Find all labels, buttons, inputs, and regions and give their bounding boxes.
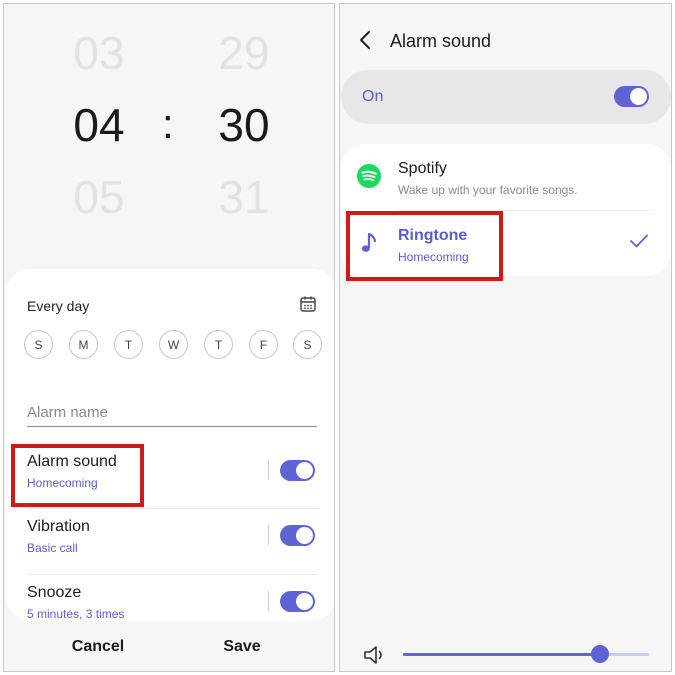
divider (268, 460, 269, 480)
time-separator: : (162, 100, 174, 147)
volume-slider[interactable] (403, 645, 649, 663)
alarm-sound-option[interactable]: Alarm sound Homecoming (6, 443, 334, 507)
day-tuesday[interactable]: T (114, 330, 143, 359)
music-note-icon (361, 232, 377, 252)
option-title: Vibration (27, 518, 90, 535)
toggle-knob (630, 88, 647, 105)
alarm-edit-screen: 03 29 04 : 30 05 31 Every day S M T W T … (3, 3, 335, 672)
spotify-icon (357, 164, 381, 188)
snooze-toggle[interactable] (280, 591, 315, 612)
divider (268, 525, 269, 545)
toggle-knob (296, 527, 313, 544)
day-friday[interactable]: F (249, 330, 278, 359)
hour-next[interactable]: 05 (59, 174, 139, 220)
source-subtitle: Wake up with your favorite songs. (398, 183, 578, 197)
volume-slider-thumb[interactable] (590, 645, 609, 663)
divider (27, 574, 318, 575)
alarm-sound-screen: Alarm sound On Spotify Wake up with your… (339, 3, 672, 672)
day-sunday[interactable]: S (24, 330, 53, 359)
option-title: Alarm sound (27, 453, 117, 470)
back-arrow-icon[interactable] (357, 30, 373, 50)
snooze-option[interactable]: Snooze 5 minutes, 3 times (6, 574, 334, 621)
source-spotify[interactable]: Spotify Wake up with your favorite songs… (341, 144, 671, 211)
cancel-button[interactable]: Cancel (38, 638, 158, 656)
page-title: Alarm sound (390, 31, 492, 51)
alarm-sound-toggle[interactable] (280, 460, 315, 481)
save-button[interactable]: Save (182, 638, 302, 656)
checkmark-icon (630, 234, 648, 248)
vibration-option[interactable]: Vibration Basic call (6, 508, 334, 572)
minute-selected[interactable]: 30 (204, 102, 284, 148)
volume-slider-fill (403, 653, 600, 656)
volume-icon[interactable] (362, 644, 388, 666)
option-subtitle: Homecoming (27, 476, 98, 490)
calendar-icon[interactable] (299, 295, 317, 313)
alarm-name-input[interactable] (27, 399, 317, 427)
toggle-knob (296, 462, 313, 479)
source-title: Ringtone (398, 227, 468, 244)
master-switch-label: On (362, 88, 384, 105)
source-subtitle: Homecoming (398, 250, 469, 264)
repeat-label: Every day (27, 298, 90, 314)
minute-previous[interactable]: 29 (204, 30, 284, 76)
divider (27, 508, 318, 509)
minute-next[interactable]: 31 (204, 174, 284, 220)
master-toggle[interactable] (614, 86, 649, 107)
sound-source-list: Spotify Wake up with your favorite songs… (341, 144, 671, 276)
alarm-settings-card: Every day S M T W T F S Alarm sound Home… (6, 269, 334, 621)
hour-selected[interactable]: 04 (59, 102, 139, 148)
option-subtitle: Basic call (27, 541, 78, 555)
master-switch-bar[interactable]: On (341, 70, 671, 124)
day-monday[interactable]: M (69, 330, 98, 359)
option-title: Snooze (27, 584, 82, 601)
vibration-toggle[interactable] (280, 525, 315, 546)
option-subtitle: 5 minutes, 3 times (27, 607, 125, 621)
divider (268, 591, 269, 611)
day-thursday[interactable]: T (204, 330, 233, 359)
day-wednesday[interactable]: W (159, 330, 188, 359)
toggle-knob (296, 593, 313, 610)
hour-previous[interactable]: 03 (59, 30, 139, 76)
weekday-selector: S M T W T F S (24, 330, 324, 360)
source-title: Spotify (398, 160, 447, 177)
day-saturday[interactable]: S (293, 330, 322, 359)
source-ringtone[interactable]: Ringtone Homecoming (341, 211, 671, 276)
